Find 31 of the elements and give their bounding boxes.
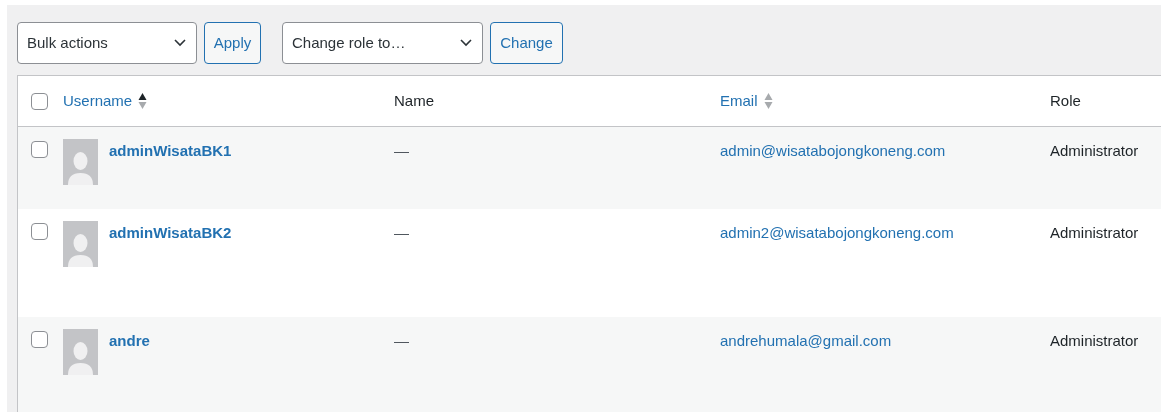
avatar-icon [63,221,98,267]
table-cell: Administrator [1050,224,1139,241]
dropdown-value: Change role to… [292,32,406,53]
dropdown[interactable]: Change role to… [282,22,483,64]
chevron-down-icon [174,39,186,47]
table-cell: — [394,224,409,241]
table-cell: — [394,142,409,159]
column-header: Name [394,90,434,111]
checkbox[interactable] [31,331,48,348]
dropdown-value: Bulk actions [27,32,108,53]
column-header-link[interactable]: Email [720,89,758,113]
profile-link[interactable]: andre [109,330,150,353]
dropdown[interactable]: Bulk actions [17,22,197,64]
table-cell: Administrator [1050,332,1139,349]
checkbox[interactable] [31,223,48,240]
mailto-link[interactable]: admin@wisatabojongkoneng.com [720,142,946,159]
table-cell: Administrator [1050,142,1139,159]
chevron-down-icon [460,39,472,47]
column-header: Role [1050,90,1081,111]
column-header-link[interactable]: Username [63,89,133,113]
mailto-link[interactable]: andrehumala@gmail.com [720,332,892,349]
action-button[interactable]: Change [490,22,563,64]
profile-link[interactable]: adminWisataBK2 [109,222,232,245]
table-cell: — [394,332,409,349]
action-button[interactable]: Apply [204,22,261,64]
checkbox[interactable] [31,92,48,110]
avatar-icon [63,329,98,375]
avatar-icon [63,139,98,185]
mailto-link[interactable]: admin2@wisatabojongkoneng.com [720,224,954,241]
checkbox[interactable] [31,141,48,158]
profile-link[interactable]: adminWisataBK1 [109,140,232,163]
